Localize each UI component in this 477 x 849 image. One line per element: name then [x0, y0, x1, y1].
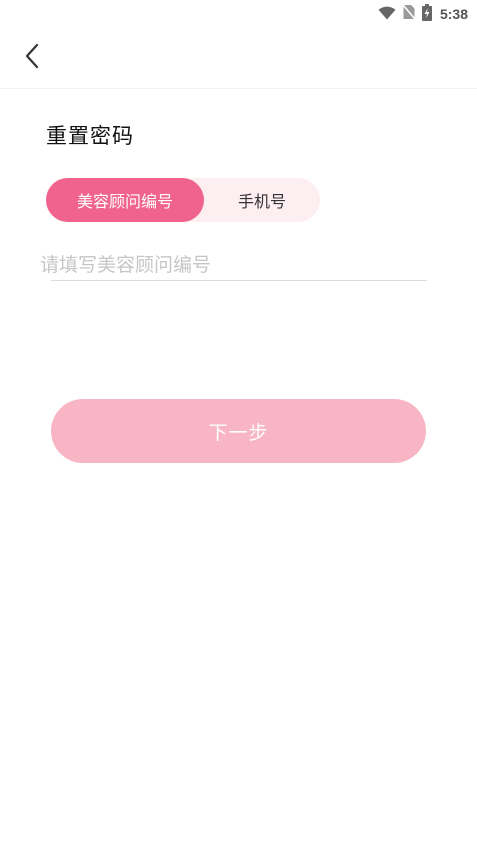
wifi-icon [378, 5, 396, 24]
status-time: 5:38 [439, 6, 468, 22]
tab-consultant-code[interactable]: 美容顾问编号 [46, 178, 204, 222]
chevron-left-icon [24, 43, 40, 73]
app-header [0, 28, 477, 89]
status-icons: 5:38 [378, 3, 468, 25]
login-type-tabs: 美容顾问编号 手机号 [46, 178, 320, 222]
status-bar: 5:38 [0, 0, 477, 28]
consultant-code-input[interactable] [40, 250, 427, 280]
next-button[interactable]: 下一步 [51, 399, 426, 463]
tab-phone-number[interactable]: 手机号 [204, 178, 320, 222]
no-sim-icon [402, 4, 416, 24]
page-title: 重置密码 [46, 124, 134, 148]
input-underline [51, 280, 427, 281]
back-button[interactable] [14, 40, 50, 76]
battery-charging-icon [421, 3, 432, 25]
